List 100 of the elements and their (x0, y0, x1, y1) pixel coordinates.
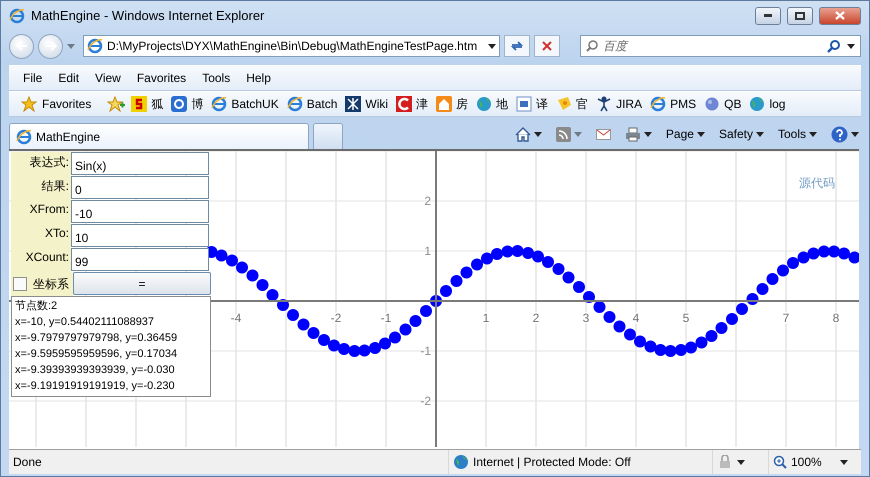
mail-button[interactable] (594, 128, 613, 140)
data-point (726, 313, 738, 325)
feeds-button[interactable] (554, 126, 584, 142)
maximize-button[interactable] (787, 6, 813, 24)
window-title: MathEngine - Windows Internet Explorer (31, 8, 266, 23)
data-point (358, 344, 370, 356)
input-field[interactable]: -10 (71, 200, 209, 223)
lock-icon[interactable] (717, 455, 733, 469)
maximize-icon (795, 12, 805, 20)
output-line: x=-9.5959595959596, y=0.17034 (15, 347, 178, 362)
favorites-button[interactable]: Favorites (15, 94, 98, 114)
globe-icon (476, 96, 492, 112)
checkbox[interactable] (13, 277, 27, 291)
menu-item[interactable]: Favorites (128, 69, 194, 87)
swirl-icon (171, 96, 188, 112)
globe-icon (749, 96, 766, 112)
menu-item[interactable]: Help (238, 69, 279, 87)
favorite-link[interactable]: JIRA (596, 96, 642, 112)
command-menu[interactable]: Page (664, 127, 707, 141)
favorite-link[interactable]: BatchUK (211, 96, 279, 112)
command-menu[interactable]: Safety (716, 127, 766, 141)
data-point (818, 246, 830, 258)
data-point (542, 256, 554, 268)
add-favorite-icon[interactable] (107, 96, 126, 112)
calculate-button[interactable]: = (73, 272, 211, 295)
output-line: x=-9.39393939393939, y=-0.030 (15, 363, 176, 378)
caret-icon (534, 132, 542, 136)
output-line: 节点数:2 (15, 298, 58, 314)
tick-label: -2 (420, 394, 431, 408)
search-icon[interactable] (827, 39, 841, 53)
data-point (348, 345, 360, 357)
favorite-link[interactable]: 博 (171, 96, 204, 112)
close-button[interactable] (819, 6, 861, 24)
caret-icon (644, 132, 652, 136)
tick-label: -2 (330, 311, 342, 325)
address-field[interactable]: D:\MyProjects\DYX\MathEngine\Bin\Debug\MathEngineTestPage.htm (83, 35, 500, 57)
input-field[interactable]: 99 (71, 248, 209, 271)
caret-icon (756, 132, 764, 136)
tick-label: 3 (582, 311, 590, 325)
c-logo-icon (396, 96, 412, 112)
data-point (798, 252, 810, 264)
data-point (604, 311, 616, 323)
menu-item[interactable]: View (87, 69, 129, 87)
favorite-link[interactable]: 地 (476, 96, 508, 112)
data-point (828, 246, 840, 258)
data-point (379, 338, 391, 350)
caret-icon (847, 44, 855, 49)
favorite-link[interactable]: 译 (516, 96, 548, 112)
back-button[interactable] (9, 34, 34, 58)
data-point (236, 262, 248, 274)
tick-label: 4 (632, 311, 640, 325)
data-point (664, 345, 676, 357)
data-point (389, 332, 401, 344)
caret-icon (67, 44, 75, 48)
forward-arrow-icon (44, 41, 56, 51)
stop-button[interactable] (534, 35, 560, 57)
data-point (675, 344, 687, 356)
data-point (756, 283, 768, 295)
help-button[interactable] (829, 126, 861, 142)
data-point (777, 264, 789, 276)
data-point (318, 334, 330, 346)
menu-item[interactable]: Edit (50, 69, 88, 87)
data-point (583, 291, 595, 303)
favorite-link[interactable]: 狐 (131, 96, 164, 112)
forward-button[interactable] (38, 34, 63, 58)
data-point (338, 343, 350, 355)
favorite-link[interactable]: log (749, 96, 786, 112)
data-point (512, 245, 524, 257)
search-field[interactable]: 百度 (580, 35, 861, 57)
favorite-link[interactable]: 官 (556, 96, 588, 112)
favorite-link[interactable]: Batch (286, 96, 338, 112)
refresh-button[interactable] (504, 35, 530, 57)
minimize-button[interactable] (755, 6, 781, 24)
browser-tab[interactable]: MathEngine (9, 123, 309, 149)
favorite-link[interactable]: Wiki (345, 96, 388, 112)
house-icon (436, 96, 452, 112)
data-point (420, 305, 432, 317)
page-icon (211, 96, 228, 112)
home-button[interactable] (512, 126, 544, 142)
favorite-link[interactable]: 房 (436, 96, 468, 112)
input-field[interactable]: Sin(x) (71, 152, 209, 175)
data-point (450, 275, 462, 287)
command-menu[interactable]: Tools (776, 127, 819, 141)
minimize-icon (764, 14, 772, 17)
input-field[interactable]: 0 (71, 176, 209, 199)
menu-item[interactable]: Tools (194, 69, 238, 87)
data-point (298, 318, 310, 330)
data-point (562, 272, 574, 284)
data-point (848, 252, 859, 264)
zoom-level[interactable]: 100% (791, 455, 822, 469)
caret-icon (851, 132, 859, 136)
data-point (502, 246, 514, 258)
input-field[interactable]: 10 (71, 224, 209, 247)
favorite-link[interactable]: PMS (650, 96, 696, 112)
tick-label: 2 (424, 194, 431, 208)
caret-icon (809, 132, 817, 136)
output-line: x=-9.7979797979798, y=0.36459 (15, 331, 178, 346)
favorite-link[interactable]: QB (704, 96, 742, 112)
favorite-link[interactable]: 津 (396, 96, 428, 112)
menu-item[interactable]: File (15, 69, 50, 87)
